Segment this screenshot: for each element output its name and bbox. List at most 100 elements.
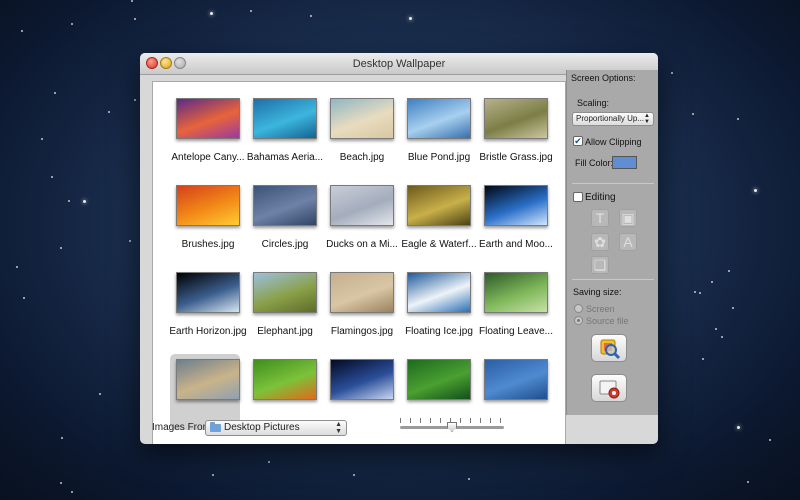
star	[692, 113, 694, 115]
star	[468, 478, 470, 480]
star	[212, 474, 214, 476]
window-title: Desktop Wallpaper	[352, 58, 446, 70]
star	[310, 15, 312, 17]
wallpaper-item[interactable]: Brushes.jpg	[173, 185, 243, 250]
wallpaper-item[interactable]: Eagle & Waterf...	[401, 185, 477, 250]
scaling-select[interactable]: Proportionally Up... ▲ ▼	[572, 112, 654, 126]
images-from-popup[interactable]: Desktop Pictures ▲ ▼	[205, 420, 347, 436]
layers-tool-icon[interactable]: ❑	[591, 256, 609, 274]
wallpaper-item[interactable]: Flamingos.jpg	[327, 272, 397, 337]
star	[134, 99, 136, 101]
wallpaper-thumbnail	[176, 272, 240, 313]
minimize-window-button[interactable]	[160, 57, 172, 69]
images-from-value: Desktop Pictures	[224, 422, 300, 433]
chevron-up-down-icon: ▲ ▼	[335, 421, 342, 435]
star	[769, 439, 771, 441]
preview-button[interactable]	[591, 334, 627, 362]
star	[711, 281, 713, 283]
wallpaper-item[interactable]: Antelope Cany...	[171, 98, 245, 163]
star	[41, 138, 43, 140]
fill-color-label: Fill Color:	[575, 158, 614, 168]
star	[71, 491, 73, 493]
wallpaper-thumbnail	[330, 272, 394, 313]
star	[60, 247, 62, 249]
star	[129, 240, 131, 242]
wallpaper-thumbnail	[253, 98, 317, 139]
allow-clipping-checkbox[interactable]: ✔	[573, 136, 583, 146]
star	[210, 12, 213, 15]
star	[60, 482, 62, 484]
editing-checkbox[interactable]	[573, 192, 583, 202]
screen-radio-label: Screen	[586, 304, 615, 314]
wallpaper-thumbnail	[253, 185, 317, 226]
star	[699, 292, 701, 294]
wallpaper-item[interactable]	[481, 359, 551, 400]
star	[71, 23, 73, 25]
wallpaper-item[interactable]	[250, 359, 320, 400]
star	[51, 176, 53, 178]
star	[353, 474, 355, 476]
shape-tool-icon[interactable]: ✿	[591, 233, 609, 251]
wallpaper-thumbnail	[253, 359, 317, 400]
wallpaper-item[interactable]	[170, 354, 243, 430]
wallpaper-item[interactable]: Beach.jpg	[327, 98, 397, 163]
star	[23, 297, 25, 299]
wallpaper-item[interactable]	[327, 359, 397, 400]
divider	[572, 279, 654, 280]
wallpaper-item[interactable]: Bahamas Aeria...	[247, 98, 323, 163]
wallpaper-item[interactable]: Ducks on a Mi...	[326, 185, 398, 250]
screen-radio[interactable]	[574, 304, 583, 313]
star	[702, 358, 704, 360]
wallpaper-thumbnail	[484, 98, 548, 139]
wallpaper-label: Bristle Grass.jpg	[479, 152, 553, 163]
zoom-window-button[interactable]	[174, 57, 186, 69]
star	[68, 200, 70, 202]
star	[715, 328, 717, 330]
wallpaper-thumbnail	[176, 359, 240, 400]
scaling-value: Proportionally Up...	[576, 114, 645, 123]
star	[21, 30, 23, 32]
wallpaper-label: Floating Leave...	[479, 326, 553, 337]
thumbnail-size-slider-knob[interactable]	[447, 422, 457, 432]
fill-color-well[interactable]	[612, 156, 637, 169]
wallpaper-thumbnail	[176, 185, 240, 226]
wallpaper-grid: Antelope Cany... Bahamas Aeria... Beach.jp…	[152, 81, 566, 444]
star	[754, 189, 757, 192]
star	[250, 10, 252, 12]
star	[737, 426, 740, 429]
star	[409, 17, 412, 20]
star	[694, 291, 696, 293]
star	[728, 270, 730, 272]
star	[99, 393, 101, 395]
wallpaper-thumbnail	[330, 359, 394, 400]
wallpaper-item[interactable]: Circles.jpg	[250, 185, 320, 250]
star	[732, 307, 734, 309]
close-window-button[interactable]	[146, 57, 158, 69]
text-tool-icon[interactable]: T	[591, 209, 609, 227]
wallpaper-item[interactable]: Elephant.jpg	[250, 272, 320, 337]
wallpaper-item[interactable]: Floating Ice.jpg	[404, 272, 474, 337]
star	[737, 118, 739, 120]
star	[747, 481, 749, 483]
chevron-up-down-icon: ▲ ▼	[644, 113, 650, 125]
image-tool-icon[interactable]: ▣	[619, 209, 637, 227]
wallpaper-item[interactable]: Bristle Grass.jpg	[479, 98, 553, 163]
wallpaper-thumbnail	[484, 359, 548, 400]
wallpaper-item[interactable]: Floating Leave...	[479, 272, 553, 337]
saving-size-label: Saving size:	[573, 287, 622, 297]
set-wallpaper-button[interactable]	[591, 374, 627, 402]
wallpaper-thumbnail	[407, 185, 471, 226]
font-tool-icon[interactable]: A	[619, 233, 637, 251]
wallpaper-item[interactable]: Blue Pond.jpg	[404, 98, 474, 163]
wallpaper-thumbnail	[484, 185, 548, 226]
wallpaper-item[interactable]	[404, 359, 474, 400]
star	[16, 266, 18, 268]
source-file-radio[interactable]	[574, 316, 583, 325]
settings-image-icon	[599, 380, 620, 399]
wallpaper-item[interactable]: Earth and Moo...	[479, 185, 553, 250]
star	[134, 18, 136, 20]
wallpaper-thumbnail	[176, 98, 240, 139]
star	[131, 0, 133, 2]
allow-clipping-label: Allow Clipping	[585, 137, 642, 147]
wallpaper-item[interactable]: Earth Horizon.jpg	[169, 272, 247, 337]
